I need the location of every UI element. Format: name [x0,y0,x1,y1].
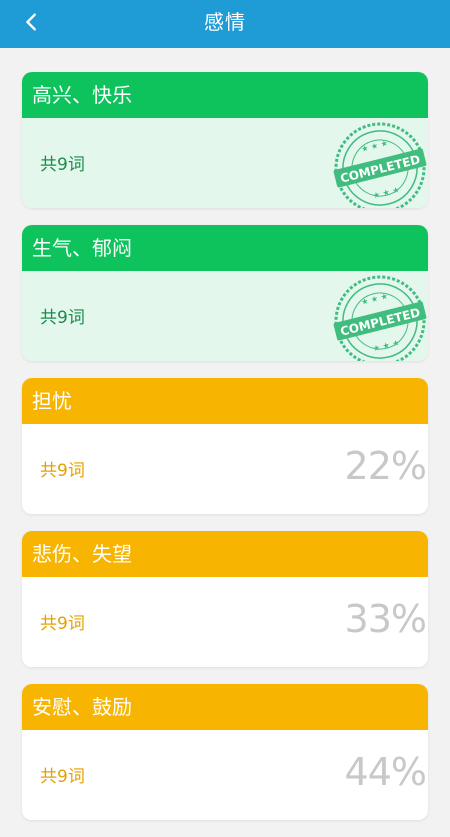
completed-stamp-icon: ★ ★ ★ ★ ★ ★ COMPLETED [330,118,428,208]
word-count: 共9词 [40,461,85,481]
progress-percent: 44% [344,750,427,794]
word-count: 共9词 [40,614,85,634]
completed-stamp-icon: ★ ★ ★ ★ ★ ★ COMPLETED [330,271,428,361]
top-bar: 感情 [0,0,450,48]
category-card[interactable]: 生气、郁闷 共9词 ★ ★ ★ ★ ★ ★ COMPLETED [22,225,428,361]
category-card[interactable]: 担忧共9词 22% [22,378,428,514]
card-body: 共9词 ★ ★ ★ ★ ★ ★ COMPLETED [22,271,428,361]
progress-percent: 33% [344,597,427,641]
category-title: 悲伤、失望 [22,531,428,577]
category-title: 高兴、快乐 [22,72,428,118]
category-title: 安慰、鼓励 [22,684,428,730]
svg-text:★ ★ ★: ★ ★ ★ [372,338,400,353]
progress-percent: 22% [344,444,427,488]
svg-text:★ ★ ★: ★ ★ ★ [360,139,388,154]
word-count: 共9词 [40,767,85,787]
card-body: 共9词 ★ ★ ★ ★ ★ ★ COMPLETED [22,118,428,208]
word-count: 共9词 [40,308,85,328]
svg-text:★ ★ ★: ★ ★ ★ [360,292,388,307]
page-title: 感情 [204,10,246,34]
card-body: 共9词 22% [22,424,428,514]
category-card[interactable]: 悲伤、失望共9词 33% [22,531,428,667]
category-title: 担忧 [22,378,428,424]
card-body: 共9词 33% [22,577,428,667]
word-count: 共9词 [40,155,85,175]
card-body: 共9词 44% [22,730,428,820]
svg-text:★ ★ ★: ★ ★ ★ [372,185,400,200]
category-list: 高兴、快乐 共9词 ★ ★ ★ ★ ★ ★ COMPLETED 生气、郁闷 共9词 ★ ★ ★… [22,72,428,837]
category-title: 生气、郁闷 [22,225,428,271]
category-card[interactable]: 高兴、快乐 共9词 ★ ★ ★ ★ ★ ★ COMPLETED [22,72,428,208]
